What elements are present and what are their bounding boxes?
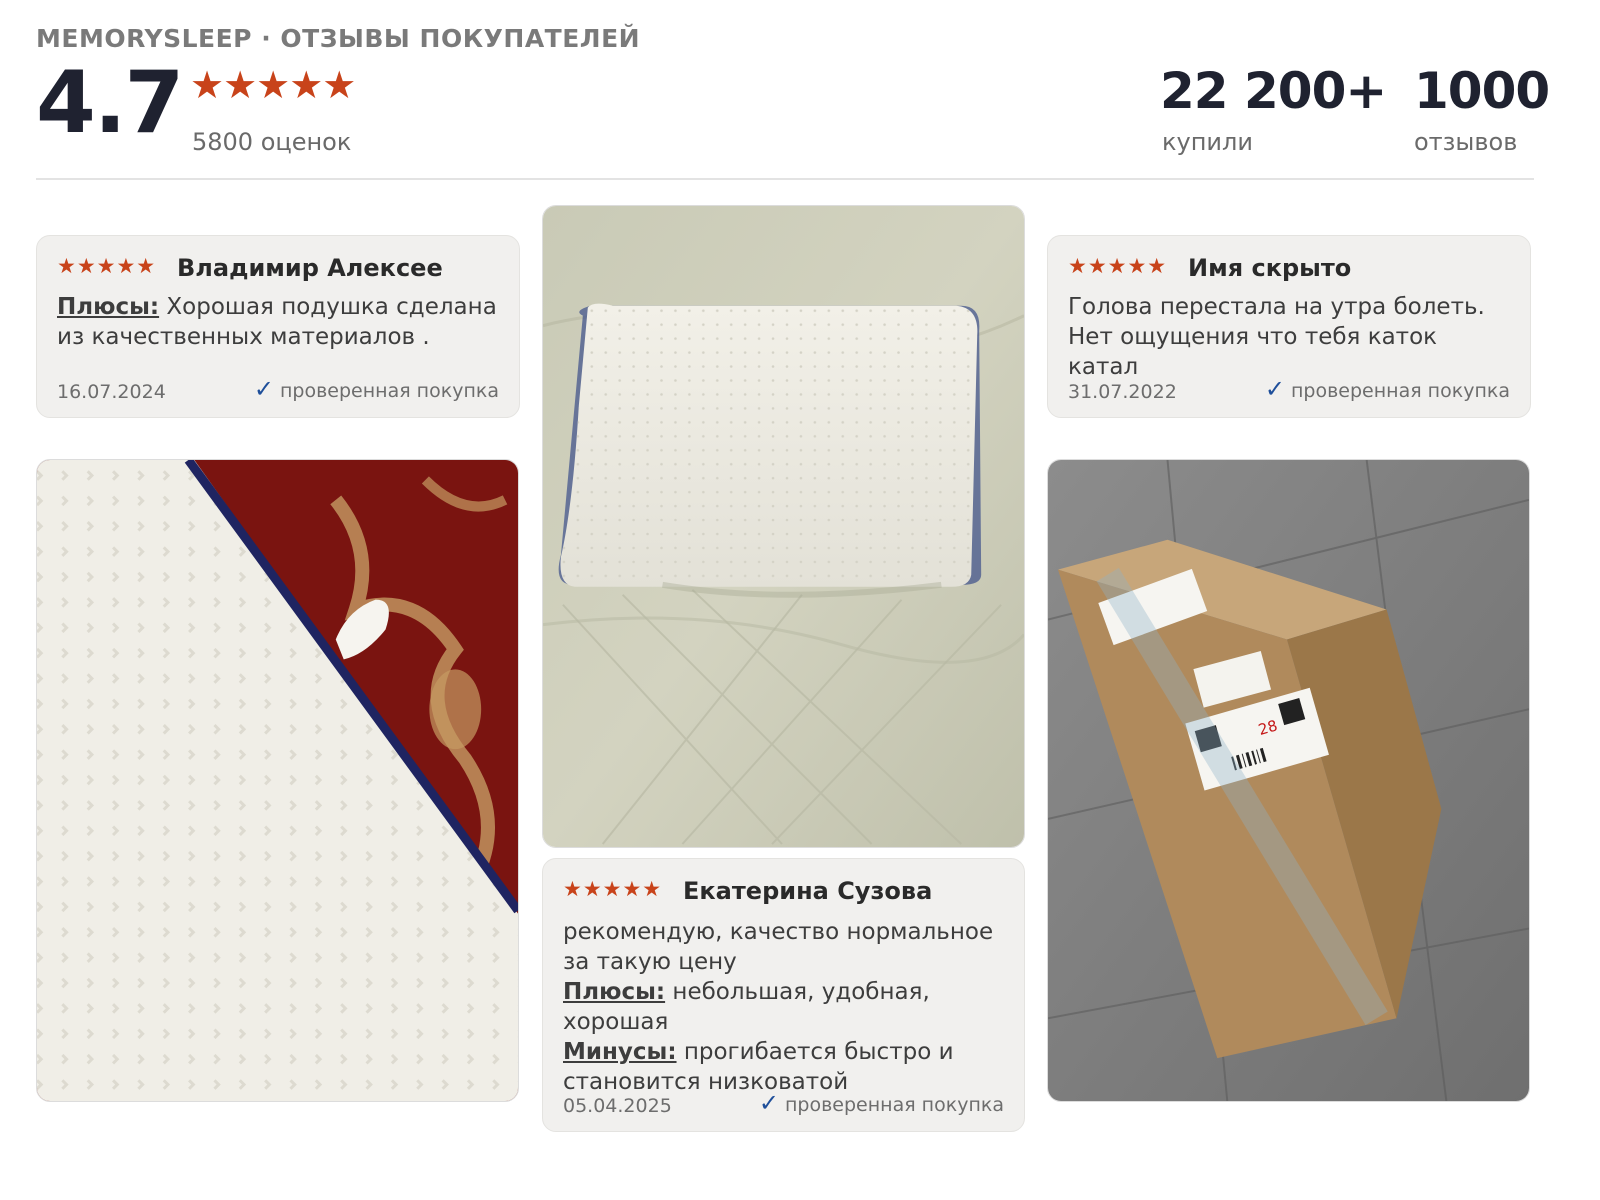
star-icon: ★★★★★ (1068, 254, 1168, 278)
verified-badge: ✓ проверенная покупка (759, 1089, 1004, 1117)
review-photo-box[interactable]: 28 (1047, 459, 1530, 1102)
header-divider (36, 178, 1534, 180)
check-icon: ✓ (253, 375, 274, 403)
review-text: рекомендую, качество нормальное за такую… (563, 919, 994, 975)
check-icon: ✓ (758, 1089, 779, 1117)
stat-bought-value: 22 200+ (1160, 62, 1387, 120)
stat-reviews-label: отзывов (1414, 128, 1518, 156)
stat-bought-label: купили (1162, 128, 1253, 156)
review-author: Имя скрыто (1188, 254, 1352, 282)
review-date: 31.07.2022 (1068, 381, 1177, 403)
review-author: Екатерина Сузова (683, 877, 933, 905)
rating-count: 5800 оценок (192, 128, 352, 156)
verified-badge: ✓ проверенная покупка (254, 375, 499, 403)
verified-badge: ✓ проверенная покупка (1265, 375, 1510, 403)
pros-label: Плюсы: (563, 979, 666, 1005)
review-author: Владимир Алексее (177, 254, 443, 282)
verified-label: проверенная покупка (1290, 380, 1510, 402)
verified-label: проверенная покупка (279, 380, 499, 402)
check-icon: ✓ (1264, 375, 1285, 403)
review-photo-fabric[interactable] (36, 459, 519, 1102)
pros-label: Плюсы: (57, 294, 160, 320)
review-date: 05.04.2025 (563, 1095, 672, 1117)
rating-value: 4.7 (36, 53, 184, 153)
rating-stars-icon: ★★★★★ (190, 63, 356, 107)
star-icon: ★★★★★ (563, 877, 663, 901)
review-body: Голова перестала на утра болеть. Нет ощу… (1068, 294, 1485, 380)
review-body: рекомендую, качество нормальное за такую… (563, 917, 1008, 1097)
review-card[interactable]: ★★★★★ Екатерина Сузова рекомендую, качес… (542, 858, 1025, 1132)
review-card[interactable]: ★★★★★ Имя скрыто Голова перестала на утр… (1047, 235, 1531, 418)
brand-header: MEMORYSLEEP · ОТЗЫВЫ ПОКУПАТЕЛЕЙ (36, 24, 641, 53)
star-icon: ★★★★★ (57, 254, 157, 278)
verified-label: проверенная покупка (784, 1094, 1004, 1116)
review-photo-pillow[interactable] (542, 205, 1025, 848)
stat-reviews-value: 1000 (1414, 62, 1550, 120)
cons-label: Минусы: (563, 1039, 677, 1065)
review-date: 16.07.2024 (57, 381, 166, 403)
review-body: Плюсы: Хорошая подушка сделана из качест… (57, 292, 503, 352)
review-card[interactable]: ★★★★★ Владимир Алексее Плюсы: Хорошая по… (36, 235, 520, 418)
cons-line: Минусы: прогибается быстро и становится … (563, 1037, 1008, 1097)
pros-line: Плюсы: небольшая, удобная, хорошая (563, 977, 1008, 1037)
